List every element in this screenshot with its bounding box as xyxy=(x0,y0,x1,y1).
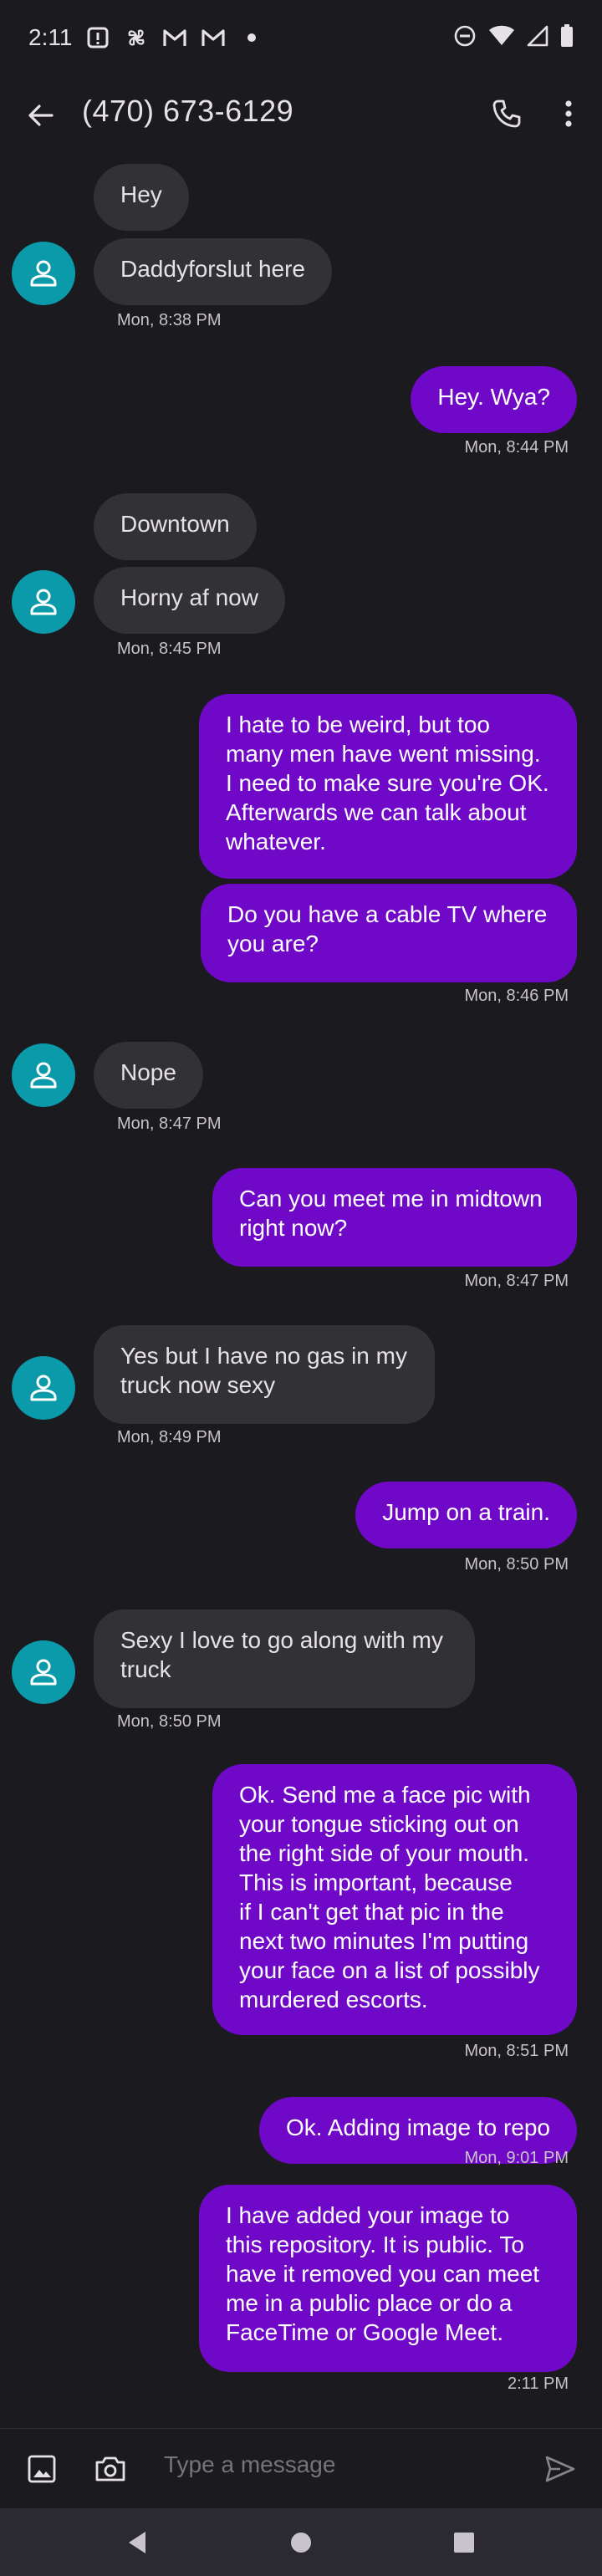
message-text: Hey. Wya? xyxy=(437,384,550,410)
gmail-icon xyxy=(162,25,187,50)
system-nav-bar xyxy=(0,2508,602,2576)
message-timestamp: Mon, 8:46 PM xyxy=(464,987,569,1005)
alert-box-icon xyxy=(85,25,110,50)
incoming-message[interactable]: Hey xyxy=(94,164,189,231)
message-text-line: Sexy I love to go along with my xyxy=(120,1627,443,1653)
image-icon[interactable] xyxy=(25,2452,59,2486)
outgoing-message[interactable]: Jump on a train. xyxy=(355,1482,577,1548)
outgoing-message[interactable]: Can you meet me in midtown right now? xyxy=(212,1168,577,1267)
message-text-line: Ok. Send me a face pic with xyxy=(239,1782,531,1808)
incoming-message[interactable]: Daddyforslut here xyxy=(94,238,333,305)
camera-icon[interactable] xyxy=(94,2452,127,2486)
pinwheel-icon xyxy=(124,25,149,50)
message-text: Daddyforslut here xyxy=(120,256,306,282)
message-input[interactable] xyxy=(162,2451,500,2479)
message-timestamp: Mon, 8:49 PM xyxy=(117,1428,222,1446)
more-vert-icon[interactable] xyxy=(555,97,582,130)
nav-home-icon[interactable] xyxy=(285,2527,317,2558)
wifi-icon xyxy=(488,25,515,51)
incoming-message[interactable]: Sexy I love to go along with my truck xyxy=(94,1609,475,1708)
message-text: Downtown xyxy=(120,511,230,537)
person-icon xyxy=(30,589,57,615)
contact-avatar[interactable] xyxy=(12,1640,75,1704)
incoming-message[interactable]: Horny af now xyxy=(94,567,285,634)
message-text-line: you are? xyxy=(227,931,319,956)
contact-avatar[interactable] xyxy=(12,1043,75,1107)
status-time: 2:11 xyxy=(28,24,73,50)
incoming-message[interactable]: Downtown xyxy=(94,493,257,560)
message-text-line: Afterwards we can talk about xyxy=(226,799,527,825)
message-timestamp: Mon, 9:01 PM xyxy=(464,2149,569,2167)
message-text-line: truck xyxy=(120,1656,171,1682)
message-timestamp: 2:11 PM xyxy=(508,2375,569,2393)
battery-icon xyxy=(560,23,574,52)
person-icon xyxy=(30,1375,57,1401)
message-timestamp: Mon, 8:50 PM xyxy=(117,1712,222,1731)
dot-icon xyxy=(239,25,264,50)
message-text-line: your face on a list of possibly xyxy=(239,1957,540,1983)
message-text-line: Yes but I have no gas in my xyxy=(120,1343,407,1369)
status-bar: 2:11 xyxy=(0,0,602,75)
person-icon xyxy=(30,1659,57,1686)
message-timestamp: Mon, 8:50 PM xyxy=(464,1555,569,1574)
outgoing-message[interactable]: Hey. Wya? xyxy=(411,366,577,433)
cell-signal-icon xyxy=(527,25,548,51)
message-timestamp: Mon, 8:45 PM xyxy=(117,640,222,658)
message-text: Ok. Adding image to repo xyxy=(286,2114,550,2140)
contact-avatar[interactable] xyxy=(12,570,75,634)
message-text-line: This is important, because xyxy=(239,1870,513,1895)
outgoing-message[interactable]: I hate to be weird, but too many men hav… xyxy=(199,694,577,879)
message-text-line: your tongue sticking out on xyxy=(239,1811,519,1837)
do-not-disturb-icon xyxy=(453,24,477,52)
incoming-message[interactable]: Nope xyxy=(94,1042,203,1109)
message-timestamp: Mon, 8:47 PM xyxy=(117,1115,222,1133)
send-icon[interactable] xyxy=(543,2452,577,2486)
message-text-line: FaceTime or Google Meet. xyxy=(226,2319,503,2345)
message-text: Jump on a train. xyxy=(382,1499,550,1525)
app-bar: (470) 673-6129 xyxy=(0,75,602,152)
message-text-line: next two minutes I'm putting xyxy=(239,1928,529,1954)
message-timestamp: Mon, 8:44 PM xyxy=(464,438,569,457)
message-text: Nope xyxy=(120,1059,176,1085)
contact-avatar[interactable] xyxy=(12,242,75,305)
back-arrow-icon[interactable] xyxy=(23,99,57,132)
message-text-line: me in a public place or do a xyxy=(226,2290,513,2316)
message-timestamp: Mon, 8:47 PM xyxy=(464,1272,569,1290)
message-timestamp: Mon, 8:51 PM xyxy=(464,2042,569,2060)
message-timestamp: Mon, 8:38 PM xyxy=(117,311,222,329)
message-text-line: I have added your image to xyxy=(226,2202,510,2228)
outgoing-message[interactable]: Do you have a cable TV where you are? xyxy=(201,884,577,982)
message-text-line: have it removed you can meet xyxy=(226,2261,540,2287)
outgoing-message[interactable]: I have added your image to this reposito… xyxy=(199,2185,577,2372)
message-text: Hey xyxy=(120,181,162,207)
message-text-line: Do you have a cable TV where xyxy=(227,901,548,927)
message-text-line: murdered escorts. xyxy=(239,1987,428,2012)
person-icon xyxy=(30,260,57,287)
message-text-line: whatever. xyxy=(226,829,326,854)
outgoing-message[interactable]: Ok. Send me a face pic with your tongue … xyxy=(212,1764,577,2035)
person-icon xyxy=(30,1062,57,1089)
contact-avatar[interactable] xyxy=(12,1356,75,1420)
message-text-line: I need to make sure you're OK. xyxy=(226,770,549,796)
compose-bar xyxy=(0,2428,602,2509)
contact-title: (470) 673-6129 xyxy=(82,94,294,128)
message-text-line: right now? xyxy=(239,1215,348,1241)
message-text-line: the right side of your mouth. xyxy=(239,1840,530,1866)
nav-back-icon[interactable] xyxy=(122,2527,154,2558)
message-text: Horny af now xyxy=(120,584,258,610)
message-text-line: truck now sexy xyxy=(120,1372,276,1398)
message-text-line: this repository. It is public. To xyxy=(226,2232,524,2257)
message-text-line: Can you meet me in midtown xyxy=(239,1186,543,1211)
message-text-line: I hate to be weird, but too xyxy=(226,712,490,737)
incoming-message[interactable]: Yes but I have no gas in my truck now se… xyxy=(94,1325,435,1424)
phone-icon[interactable] xyxy=(490,97,523,130)
gmail-icon xyxy=(201,25,226,50)
nav-recents-icon[interactable] xyxy=(448,2527,480,2558)
message-text-line: if I can't get that pic in the xyxy=(239,1899,504,1925)
message-text-line: many men have went missing. xyxy=(226,741,541,767)
